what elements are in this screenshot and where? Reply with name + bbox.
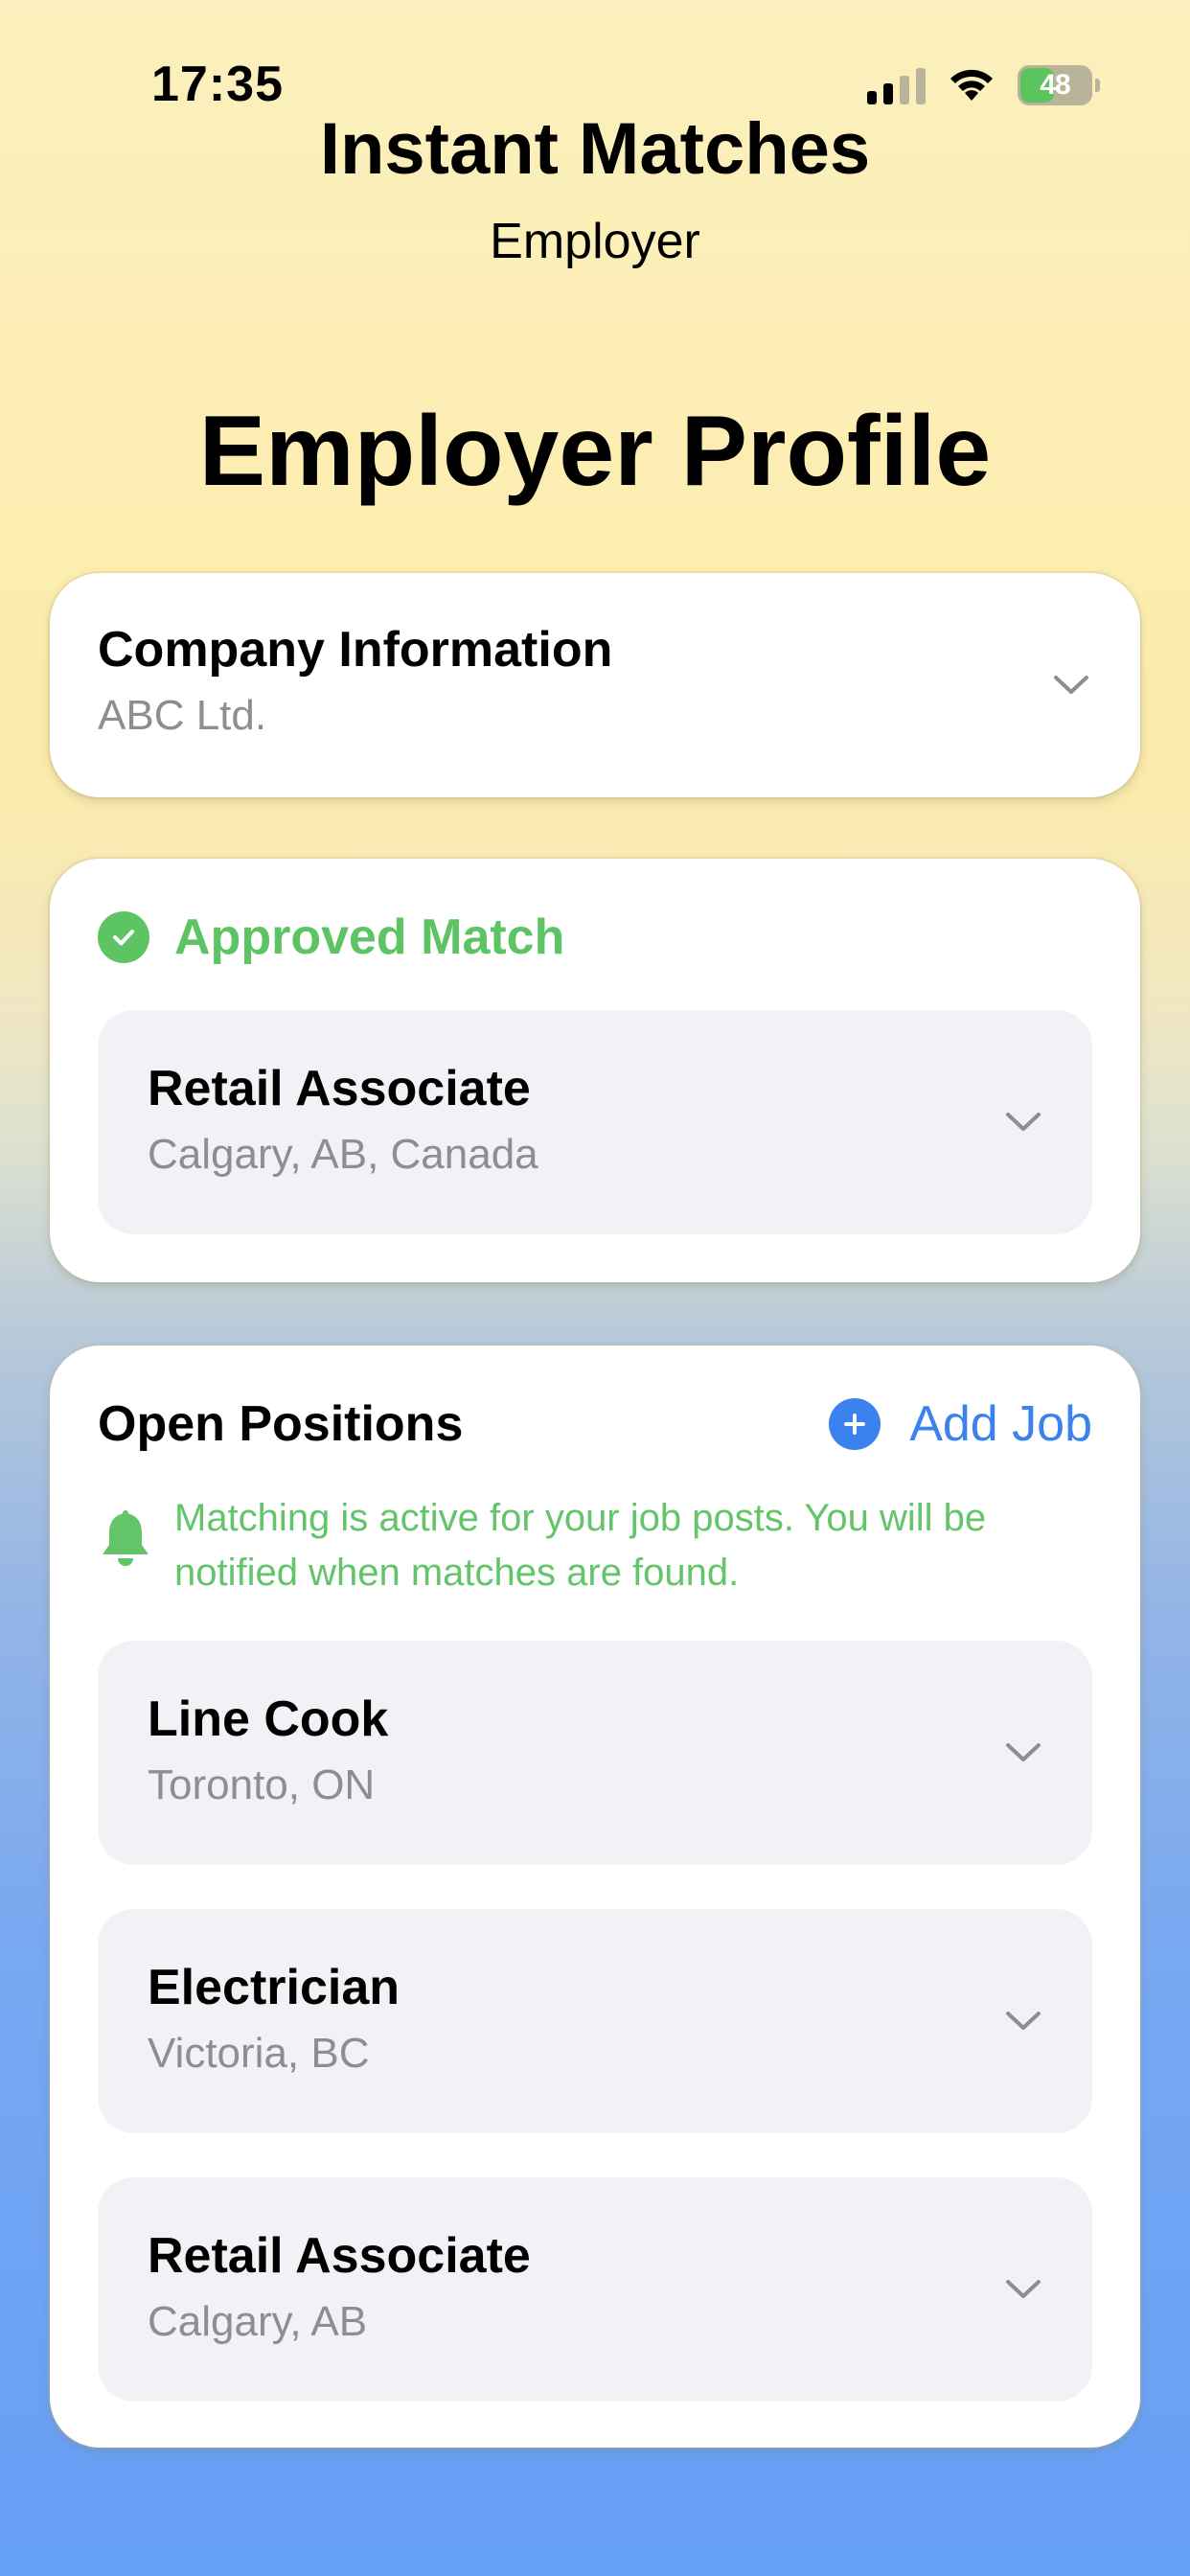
add-job-label[interactable]: Add Job (909, 1395, 1092, 1453)
job-item-retail-associate[interactable]: Retail Associate Calgary, AB (98, 2177, 1092, 2402)
plus-circle-icon[interactable] (829, 1398, 881, 1450)
bell-icon (103, 1510, 149, 1566)
status-icons: 48 (867, 65, 1100, 105)
battery-percentage: 48 (1040, 69, 1070, 101)
company-name: ABC Ltd. (98, 692, 267, 739)
battery-icon: 48 (1018, 65, 1100, 105)
approved-job-item[interactable]: Retail Associate Calgary, AB, Canada (98, 1010, 1092, 1234)
approved-match-label: Approved Match (174, 909, 565, 965)
open-positions-heading: Open Positions (98, 1396, 464, 1452)
job-title: Line Cook (148, 1691, 389, 1747)
wifi-icon (950, 69, 993, 101)
matching-notice-text: Matching is active for your job posts. Y… (174, 1497, 987, 1594)
checkmark-circle-icon (98, 911, 149, 963)
job-location: Victoria, BC (148, 2030, 370, 2077)
user-role: Employer (490, 214, 700, 269)
chevron-down-icon[interactable] (1004, 2269, 1042, 2308)
job-title: Retail Associate (148, 1061, 531, 1116)
chevron-down-icon[interactable] (1004, 1733, 1042, 1771)
job-location: Calgary, AB, Canada (148, 1131, 538, 1178)
add-job-button[interactable]: Add Job (829, 1395, 1092, 1453)
signal-icon (867, 66, 926, 104)
approved-match-header: Approved Match (98, 908, 564, 966)
job-item-line-cook[interactable]: Line Cook Toronto, ON (98, 1641, 1092, 1865)
approved-match-card: Approved Match Retail Associate Calgary,… (50, 859, 1140, 1282)
company-information-card[interactable]: Company Information ABC Ltd. (50, 573, 1140, 797)
job-item-electrician[interactable]: Electrician Victoria, BC (98, 1909, 1092, 2133)
chevron-down-icon[interactable] (1052, 665, 1090, 703)
company-information-heading: Company Information (98, 622, 613, 678)
page-title: Employer Profile (198, 396, 992, 507)
job-location: Toronto, ON (148, 1761, 376, 1808)
job-title: Electrician (148, 1960, 400, 2015)
chevron-down-icon[interactable] (1004, 1102, 1042, 1140)
app-title: Instant Matches (319, 108, 871, 190)
open-positions-card: Open Positions Add Job Matching is activ… (50, 1346, 1140, 2448)
job-title: Retail Associate (148, 2228, 531, 2284)
chevron-down-icon[interactable] (1004, 2001, 1042, 2039)
status-time: 17:35 (151, 57, 284, 112)
matching-notice: Matching is active for your job posts. Y… (98, 1491, 1094, 1600)
job-location: Calgary, AB (148, 2298, 368, 2345)
